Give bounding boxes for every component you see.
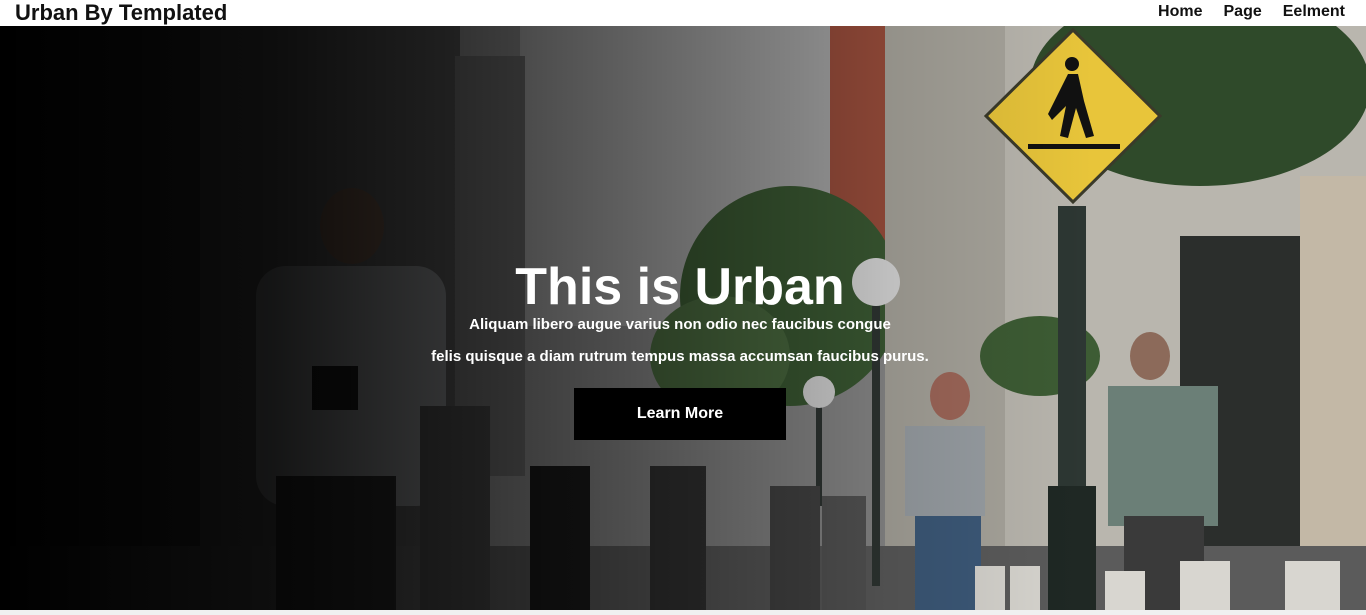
site-logo[interactable]: Urban By Templated bbox=[15, 0, 227, 25]
hero-banner: This is Urban Aliquam libero augue variu… bbox=[0, 26, 1366, 610]
site-header: Urban By Templated Home Page Eelment bbox=[0, 0, 1366, 26]
hero-title: This is Urban bbox=[515, 257, 845, 316]
nav-home[interactable]: Home bbox=[1158, 2, 1202, 22]
main-nav: Home Page Eelment bbox=[1158, 2, 1345, 22]
hero-description-line-2: felis quisque a diam rutrum tempus massa… bbox=[431, 348, 929, 365]
page-bottom-edge bbox=[0, 610, 1366, 615]
hero-description-line-1: Aliquam libero augue varius non odio nec… bbox=[469, 316, 891, 333]
learn-more-button[interactable]: Learn More bbox=[574, 388, 786, 440]
hero-description: Aliquam libero augue varius non odio nec… bbox=[0, 309, 1360, 373]
nav-page[interactable]: Page bbox=[1224, 2, 1262, 22]
nav-element[interactable]: Eelment bbox=[1283, 2, 1345, 22]
